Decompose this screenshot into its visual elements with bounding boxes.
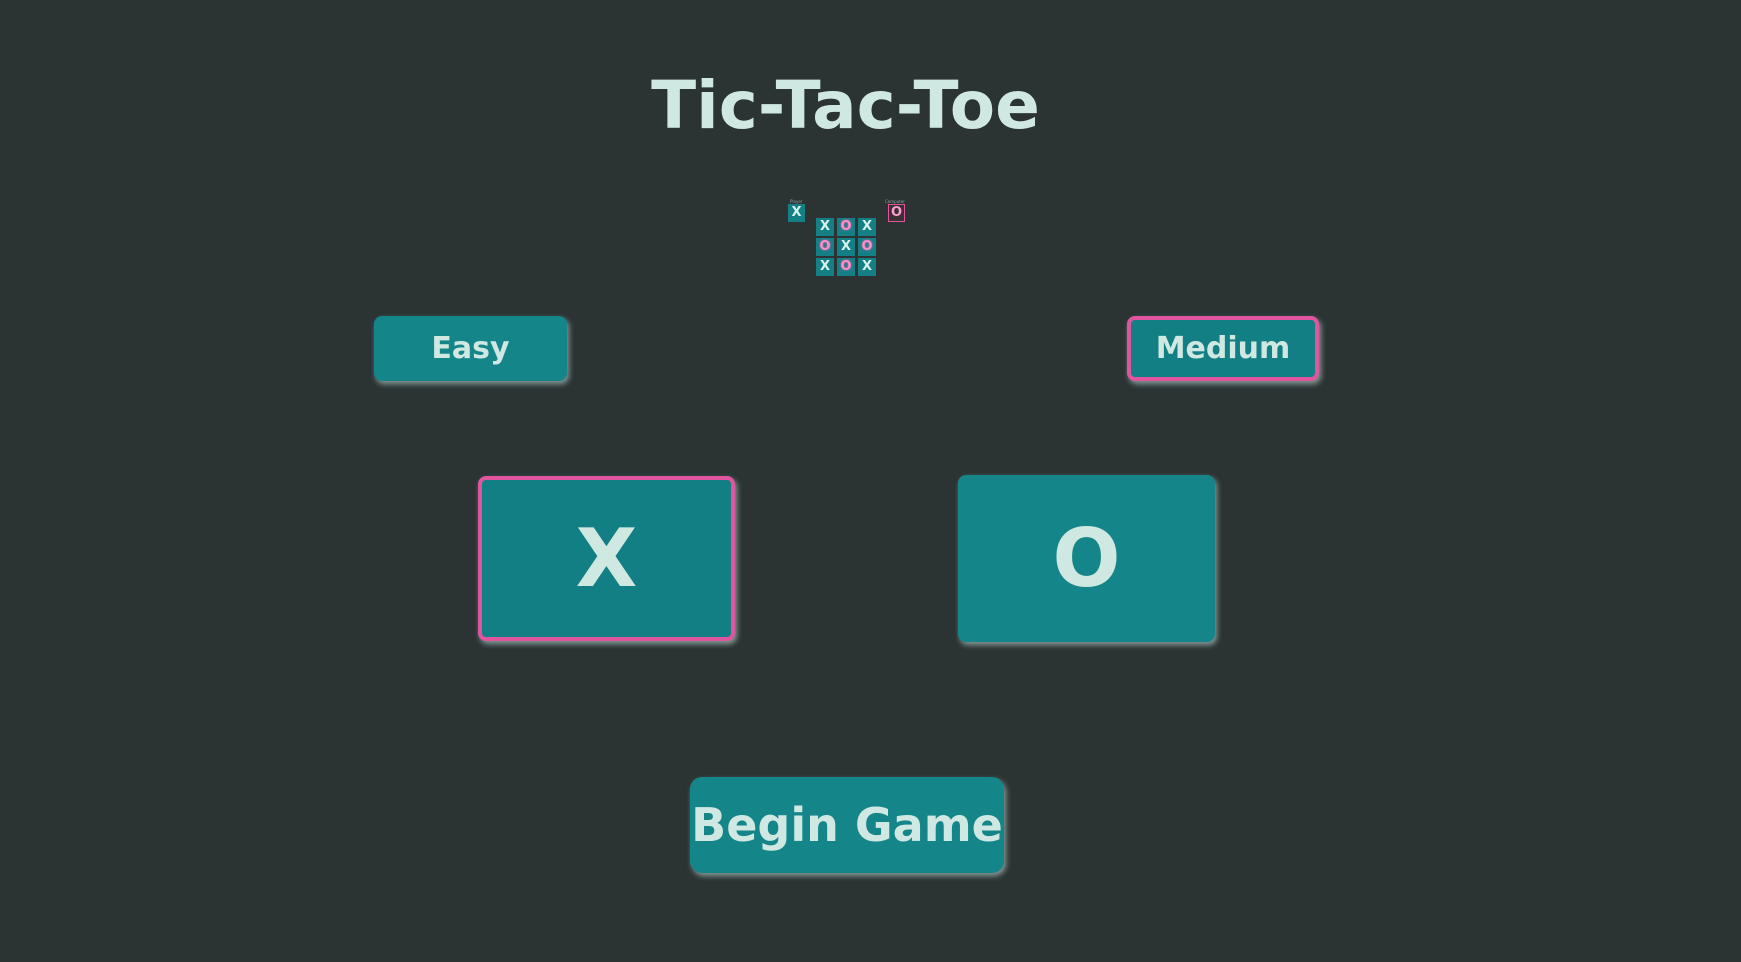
board-cell: O (816, 238, 834, 256)
computer-mark: O (888, 204, 905, 222)
board-cell: X (837, 238, 855, 256)
board-cell: X (858, 258, 876, 276)
board-cell: X (858, 218, 876, 236)
board-cell: O (858, 238, 876, 256)
board-cell: X (816, 258, 834, 276)
begin-game-button[interactable]: Begin Game (690, 777, 1004, 873)
game-setup-screen: Tic-Tac-Toe Player Computer X O X O X O … (0, 0, 1741, 962)
choose-x-button[interactable]: X (478, 476, 735, 641)
board-cell: O (837, 218, 855, 236)
board-cell: O (837, 258, 855, 276)
board-preview: Player Computer X O X O X O X O X O X (786, 196, 910, 276)
page-title: Tic-Tac-Toe (651, 67, 1040, 144)
choose-o-button[interactable]: O (958, 475, 1215, 642)
board-cell: X (816, 218, 834, 236)
easy-button[interactable]: Easy (374, 316, 567, 381)
player-mark: X (788, 204, 805, 222)
medium-button[interactable]: Medium (1127, 316, 1319, 381)
